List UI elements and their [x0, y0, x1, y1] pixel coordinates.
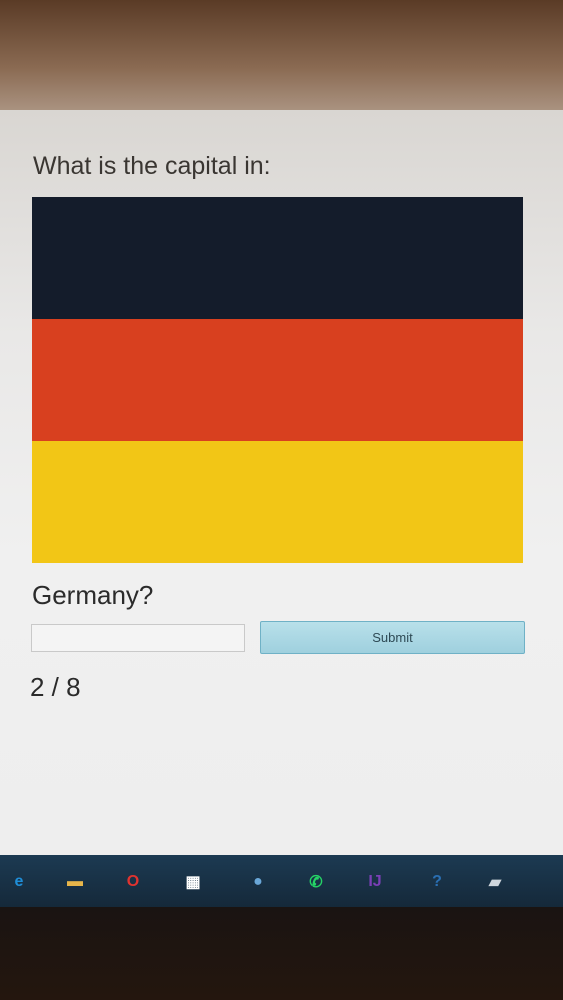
whatsapp-icon[interactable]: ✆: [303, 869, 329, 895]
edge-browser-icon[interactable]: e: [6, 869, 32, 895]
notes-app-icon[interactable]: ▰: [482, 869, 508, 895]
opera-browser-icon[interactable]: O: [120, 869, 146, 895]
flag-stripe-red: [32, 319, 523, 442]
flag-stripe-black: [32, 197, 523, 320]
help-icon[interactable]: ?: [424, 869, 450, 895]
question-progress: 2 / 8: [30, 672, 81, 702]
country-name: Germany?: [32, 580, 154, 610]
file-explorer-icon[interactable]: ▬: [62, 869, 88, 895]
intellij-icon[interactable]: IJ: [362, 869, 388, 895]
chrome-profile-icon[interactable]: ●: [245, 869, 271, 895]
flag-stripe-gold: [32, 441, 523, 564]
question-text: What is the capital in:: [33, 152, 271, 180]
microsoft-store-icon[interactable]: ▦: [180, 869, 206, 895]
windows-taskbar: e ▬ O ▦ ● ✆ IJ ? ▰: [0, 855, 563, 907]
flag-image: [32, 197, 523, 564]
monitor-bezel-bottom: [0, 907, 563, 1000]
answer-input[interactable]: [31, 624, 245, 652]
submit-button[interactable]: Submit: [260, 621, 525, 654]
